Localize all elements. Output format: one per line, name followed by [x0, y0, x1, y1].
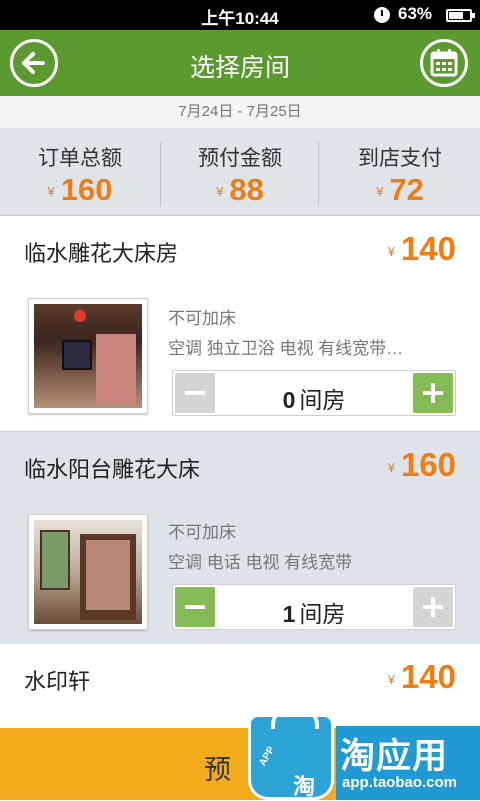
summary-total-value: ¥160 — [47, 172, 113, 207]
room-quantity: 1 间房 — [282, 601, 346, 627]
decrease-button[interactable] — [175, 373, 215, 413]
room-amenities: 空调 独立卫浴 电视 有线宽带… — [168, 339, 404, 358]
room-photo[interactable] — [28, 514, 148, 630]
room-quantity-stepper: 0 间房 — [172, 370, 456, 416]
room-note: 不可加床 — [168, 309, 236, 328]
room-name: 临水阳台雕花大床 — [24, 457, 201, 482]
app-header: 选择房间 — [0, 30, 480, 96]
calendar-icon — [430, 49, 458, 77]
room-price: ¥140 — [387, 230, 456, 267]
increase-button[interactable] — [413, 587, 453, 627]
book-button-label: 预 — [204, 755, 231, 785]
page-title: 选择房间 — [189, 54, 290, 82]
watermark-title: 淘应用 — [340, 737, 449, 776]
minus-icon — [185, 391, 205, 395]
plus-icon — [431, 383, 435, 403]
order-summary: 订单总额 ¥160 预付金额 ¥88 到店支付 ¥72 — [0, 128, 480, 216]
minus-icon — [185, 605, 205, 609]
summary-pay-at-hotel-value: ¥72 — [376, 172, 424, 207]
calendar-button[interactable] — [420, 39, 468, 87]
room-quantity-stepper: 1 间房 — [172, 584, 456, 630]
summary-total: 订单总额 ¥160 — [0, 128, 160, 216]
room-amenities: 空调 电话 电视 有线宽带 — [168, 553, 353, 572]
summary-total-label: 订单总额 — [38, 147, 122, 170]
watermark-panel: 淘应用 app.taobao.com — [336, 726, 480, 800]
room-price: ¥160 — [387, 446, 456, 483]
summary-prepay-label: 预付金额 — [198, 147, 282, 170]
alarm-clock-icon — [374, 7, 390, 23]
divider — [318, 142, 319, 206]
room-name: 水印轩 — [24, 669, 91, 694]
battery-icon — [446, 9, 475, 22]
status-bar: 上午10:44 63% — [0, 0, 480, 30]
watermark-url: app.taobao.com — [342, 774, 458, 791]
summary-prepay-value: ¥88 — [216, 172, 264, 207]
room-name: 临水雕花大床房 — [24, 241, 179, 266]
room-card: 临水雕花大床房 ¥140 不可加床 空调 独立卫浴 电视 有线宽带… 0 间房 — [0, 216, 480, 432]
plus-icon — [431, 597, 435, 617]
watermark: 淘应用 app.taobao.com APP 淘 — [244, 704, 480, 800]
decrease-button[interactable] — [175, 587, 215, 627]
battery-percentage: 63% — [398, 4, 433, 23]
room-quantity: 0 间房 — [282, 387, 346, 413]
room-card: 临水阳台雕花大床 ¥160 不可加床 空调 电话 电视 有线宽带 1 间房 — [0, 432, 480, 644]
shopping-bag-icon: APP 淘 — [248, 705, 334, 800]
room-photo[interactable] — [28, 298, 148, 414]
room-price: ¥140 — [387, 658, 456, 695]
room-note: 不可加床 — [168, 523, 236, 542]
increase-button[interactable] — [413, 373, 453, 413]
summary-pay-at-hotel: 到店支付 ¥72 — [320, 128, 480, 216]
date-range: 7月24日 - 7月25日 — [0, 96, 480, 128]
summary-pay-at-hotel-label: 到店支付 — [358, 147, 442, 170]
summary-prepay: 预付金额 ¥88 — [160, 128, 320, 216]
